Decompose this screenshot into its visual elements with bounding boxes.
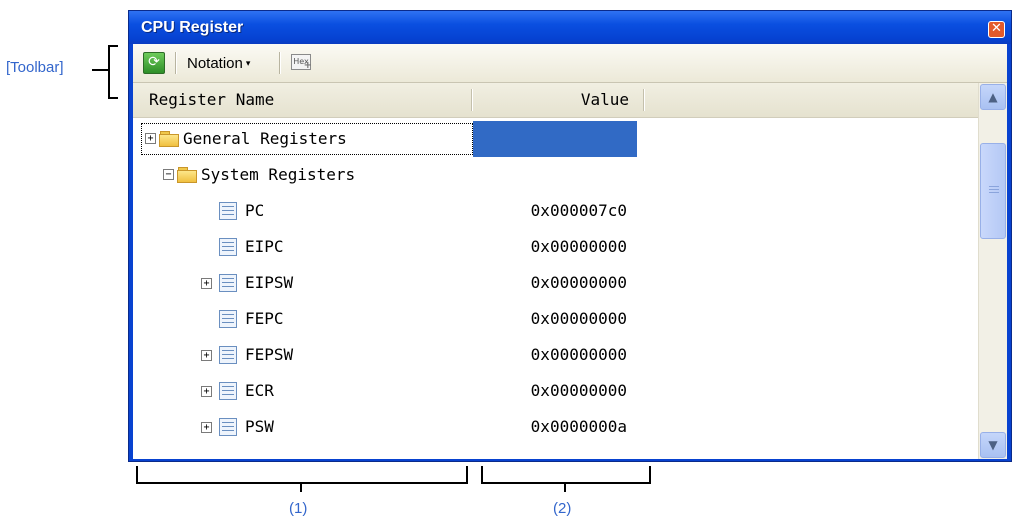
expand-icon[interactable]: + <box>201 386 212 397</box>
chevron-down-icon: ▾ <box>245 58 251 68</box>
toolbar-annotation-bracket <box>108 45 118 99</box>
close-button[interactable]: ✕ <box>988 21 1005 38</box>
register-icon <box>219 418 237 436</box>
title-bar[interactable]: CPU Register ✕ <box>129 11 1011 44</box>
register-name: FEPSW <box>245 345 294 364</box>
register-name: System Registers <box>201 165 356 184</box>
hex-display-button[interactable]: Hex + <box>289 52 315 74</box>
toolbar-annotation-leader <box>92 69 108 71</box>
register-name: General Registers <box>183 129 347 148</box>
scroll-down-button[interactable]: ▼ <box>980 432 1006 458</box>
tree-row-ecr[interactable]: + ECR 0x00000000 <box>133 373 979 409</box>
collapse-icon[interactable]: − <box>163 169 174 180</box>
register-name: PC <box>245 201 265 220</box>
tree-row-fepc[interactable]: FEPC 0x00000000 <box>133 301 979 337</box>
register-name: FEPC <box>245 309 284 328</box>
folder-icon <box>177 167 197 183</box>
register-value[interactable]: 0x00000000 <box>473 373 637 409</box>
chevron-down-icon: ▼ <box>988 438 998 452</box>
register-icon <box>219 238 237 256</box>
register-icon <box>219 202 237 220</box>
register-grid: Register Name Value + General Registers … <box>133 83 1007 459</box>
grip-icon <box>989 186 999 187</box>
refresh-button[interactable]: ⟳ <box>143 52 165 74</box>
tree-row-psw[interactable]: + PSW 0x0000000a <box>133 409 979 445</box>
cpu-register-window: CPU Register ✕ ⟳ Notation ▾ Hex + Registe… <box>128 10 1012 462</box>
chevron-up-icon: ▲ <box>988 90 998 104</box>
plus-icon: + <box>303 60 312 71</box>
window-title: CPU Register <box>141 19 244 36</box>
toolbar-separator <box>279 52 281 74</box>
column-header: Register Name Value <box>133 83 979 118</box>
column-header-register-name[interactable]: Register Name <box>149 83 274 117</box>
register-value[interactable]: 0x0000000a <box>473 409 637 445</box>
toolbar-annotation-label: [Toolbar] <box>6 59 64 76</box>
expand-icon[interactable]: + <box>201 422 212 433</box>
area1-annotation-bracket <box>136 466 468 484</box>
tree-row-pc[interactable]: PC 0x000007c0 <box>133 193 979 229</box>
register-value[interactable]: 0x000007c0 <box>473 193 637 229</box>
register-value[interactable]: 0x00000000 <box>473 301 637 337</box>
tree-row-eipsw[interactable]: + EIPSW 0x00000000 <box>133 265 979 301</box>
hex-icon: Hex + <box>291 54 312 71</box>
area2-annotation-bracket <box>481 466 651 484</box>
register-icon <box>219 346 237 364</box>
area1-annotation-label: (1) <box>289 500 308 517</box>
register-name: ECR <box>245 381 274 400</box>
register-value[interactable] <box>473 157 637 193</box>
scrollbar-thumb[interactable] <box>980 143 1006 239</box>
area1-annotation-tick <box>300 482 302 492</box>
register-name: EIPC <box>245 237 284 256</box>
refresh-icon: ⟳ <box>148 54 160 70</box>
column-header-value[interactable]: Value <box>473 83 637 117</box>
register-value[interactable] <box>473 121 637 157</box>
register-value[interactable]: 0x00000000 <box>473 229 637 265</box>
register-value[interactable]: 0x00000000 <box>473 337 637 373</box>
notation-label: Notation <box>187 55 243 72</box>
register-name: PSW <box>245 417 274 436</box>
close-icon: ✕ <box>991 21 1002 36</box>
expand-icon[interactable]: + <box>201 278 212 289</box>
vertical-scrollbar[interactable]: ▲ ▼ <box>978 83 1007 459</box>
tree-row-eipc[interactable]: EIPC 0x00000000 <box>133 229 979 265</box>
register-value[interactable]: 0x00000000 <box>473 265 637 301</box>
register-icon <box>219 274 237 292</box>
notation-menu-button[interactable]: Notation ▾ <box>187 52 267 74</box>
expand-icon[interactable]: + <box>201 350 212 361</box>
scroll-up-button[interactable]: ▲ <box>980 84 1006 110</box>
tree-row-system-registers[interactable]: − System Registers <box>133 157 979 193</box>
toolbar-separator <box>175 52 177 74</box>
area2-annotation-label: (2) <box>553 500 572 517</box>
register-icon <box>219 382 237 400</box>
register-name: EIPSW <box>245 273 294 292</box>
toolbar: ⟳ Notation ▾ Hex + <box>133 44 1007 83</box>
column-divider[interactable] <box>643 89 645 111</box>
tree-row-general-registers[interactable]: + General Registers <box>133 121 979 157</box>
tree-row-fepsw[interactable]: + FEPSW 0x00000000 <box>133 337 979 373</box>
area2-annotation-tick <box>564 482 566 492</box>
register-icon <box>219 310 237 328</box>
